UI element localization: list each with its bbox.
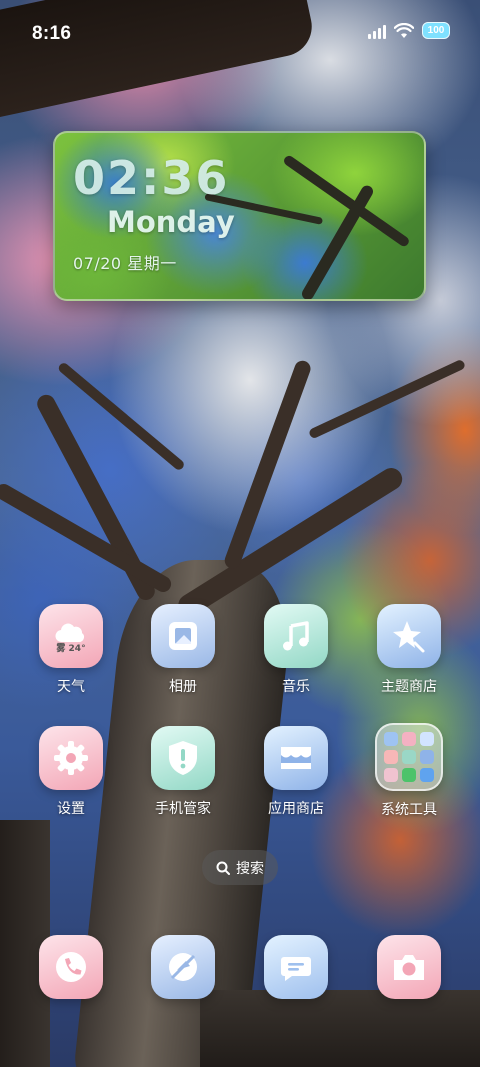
app-label: 相册 — [169, 679, 197, 695]
dock-messages[interactable] — [246, 935, 346, 999]
status-bar: 8:16 100 — [0, 0, 480, 68]
app-settings[interactable]: 设置 — [21, 726, 121, 818]
clock-day: Monday — [107, 205, 235, 239]
phone-manager-icon — [151, 726, 215, 790]
clock-date: 07/20 星期一 — [73, 254, 177, 273]
app-label: 主题商店 — [381, 679, 437, 695]
app-music[interactable]: 音乐 — [246, 604, 346, 696]
app-label: 设置 — [57, 801, 85, 817]
search-icon — [216, 861, 230, 875]
app-phone-manager[interactable]: 手机管家 — [133, 726, 233, 818]
app-theme-store[interactable]: 主题商店 — [359, 604, 459, 696]
dock-camera[interactable] — [359, 935, 459, 999]
app-label: 天气 — [57, 679, 85, 695]
settings-icon — [39, 726, 103, 790]
wifi-icon — [394, 22, 414, 38]
phone-icon — [39, 935, 103, 999]
browser-icon — [151, 935, 215, 999]
app-gallery[interactable]: 相册 — [133, 604, 233, 696]
clock-widget[interactable]: 02:36 Monday 07/20 星期一 — [53, 131, 426, 301]
camera-icon — [377, 935, 441, 999]
weather-icon: 雾 24° — [39, 604, 103, 668]
app-label: 应用商店 — [268, 801, 324, 817]
status-time: 8:16 — [32, 23, 72, 44]
weather-badge: 雾 24° — [56, 644, 86, 654]
messages-icon — [264, 935, 328, 999]
dock-phone[interactable] — [21, 935, 121, 999]
app-weather[interactable]: 雾 24° 天气 — [21, 604, 121, 696]
app-system-tools-folder[interactable]: 系统工具 — [359, 723, 459, 819]
cellular-signal-icon — [368, 23, 386, 39]
dock-browser[interactable] — [133, 935, 233, 999]
gallery-icon — [151, 604, 215, 668]
app-label: 音乐 — [282, 679, 310, 695]
battery-level: 100 — [427, 25, 445, 36]
app-app-store[interactable]: 应用商店 — [246, 726, 346, 818]
wallpaper-branch — [174, 463, 407, 621]
clock-time: 02:36 — [73, 151, 230, 205]
theme-store-icon — [377, 604, 441, 668]
music-icon — [264, 604, 328, 668]
status-icons: 100 — [368, 22, 450, 39]
search-button[interactable]: 搜索 — [202, 850, 278, 885]
folder-icon — [375, 723, 443, 791]
app-store-icon — [264, 726, 328, 790]
roof-eaves — [200, 990, 480, 1067]
wallpaper-branch — [307, 358, 467, 440]
search-label: 搜索 — [236, 860, 264, 877]
app-label: 手机管家 — [155, 801, 211, 817]
battery-icon: 100 — [422, 22, 450, 39]
app-label: 系统工具 — [381, 802, 437, 818]
